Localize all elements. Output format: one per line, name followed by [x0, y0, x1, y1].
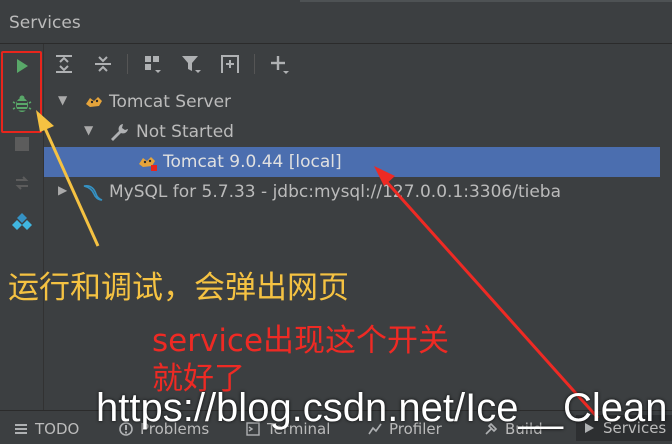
list-icon: [14, 422, 28, 436]
tool-window-header: Services: [0, 0, 672, 44]
group-by-icon: [145, 56, 161, 73]
tree-node-label: Not Started: [136, 122, 234, 142]
tree-node-not-started[interactable]: ▼ Not Started: [44, 117, 672, 147]
tool-window-todo[interactable]: TODO: [14, 420, 79, 438]
stop-icon: [15, 137, 29, 151]
tomcat-instance-icon: [137, 152, 157, 172]
tomcat-icon: [84, 92, 104, 112]
annotation-yellow-text: 运行和调试，会弹出网页: [8, 270, 349, 306]
collapse-all-button[interactable]: [90, 51, 116, 77]
plugin-button[interactable]: [10, 210, 34, 234]
tree-scrollbar[interactable]: [660, 84, 672, 410]
annotation-red-line-1: service出现这个开关: [152, 323, 450, 359]
mysql-icon: [82, 182, 103, 202]
header-divider: [300, 0, 530, 2]
add-icon: [271, 56, 289, 74]
expand-all-button[interactable]: [51, 51, 77, 77]
filter-icon: [182, 56, 201, 73]
tree-node-tomcat-instance[interactable]: Tomcat 9.0.44 [local]: [44, 147, 660, 177]
tree-node-mysql[interactable]: ▶ MySQL for 5.7.33 - jdbc:mysql://127.0.…: [44, 177, 672, 207]
chevron-right-icon[interactable]: ▶: [58, 183, 67, 197]
deploy-button[interactable]: [10, 171, 34, 195]
plugin-icon: [12, 213, 32, 230]
tree-node-label: Tomcat Server: [109, 92, 232, 112]
left-action-toolbar: [0, 44, 44, 410]
filter-button[interactable]: [178, 51, 204, 77]
toolbar-separator: [127, 54, 128, 74]
wrench-icon: [109, 122, 129, 142]
stop-button[interactable]: [10, 132, 34, 156]
chevron-down-icon[interactable]: ▼: [58, 93, 67, 107]
collapse-all-icon: [95, 56, 111, 72]
header-divider-right: [527, 0, 672, 2]
tree-node-label: Tomcat 9.0.44 [local]: [163, 152, 342, 172]
watermark-text: https://blog.csdn.net/Ice__Clean: [96, 386, 668, 430]
tool-window-title: Services: [9, 13, 81, 33]
tree-node-tomcat-server[interactable]: ▼ Tomcat Server: [44, 87, 672, 117]
group-by-button[interactable]: [140, 51, 166, 77]
run-debug-highlight-box: [1, 51, 42, 133]
toolbar-separator: [254, 54, 255, 74]
new-tab-button[interactable]: [217, 51, 243, 77]
chevron-down-icon[interactable]: ▼: [84, 123, 93, 137]
new-tab-icon: [221, 55, 239, 73]
add-service-button[interactable]: [266, 51, 292, 77]
services-toolbar: [44, 44, 672, 84]
expand-all-icon: [56, 55, 72, 73]
tree-node-label: MySQL for 5.7.33 - jdbc:mysql://127.0.0.…: [109, 182, 562, 202]
deploy-icon: [15, 176, 29, 190]
